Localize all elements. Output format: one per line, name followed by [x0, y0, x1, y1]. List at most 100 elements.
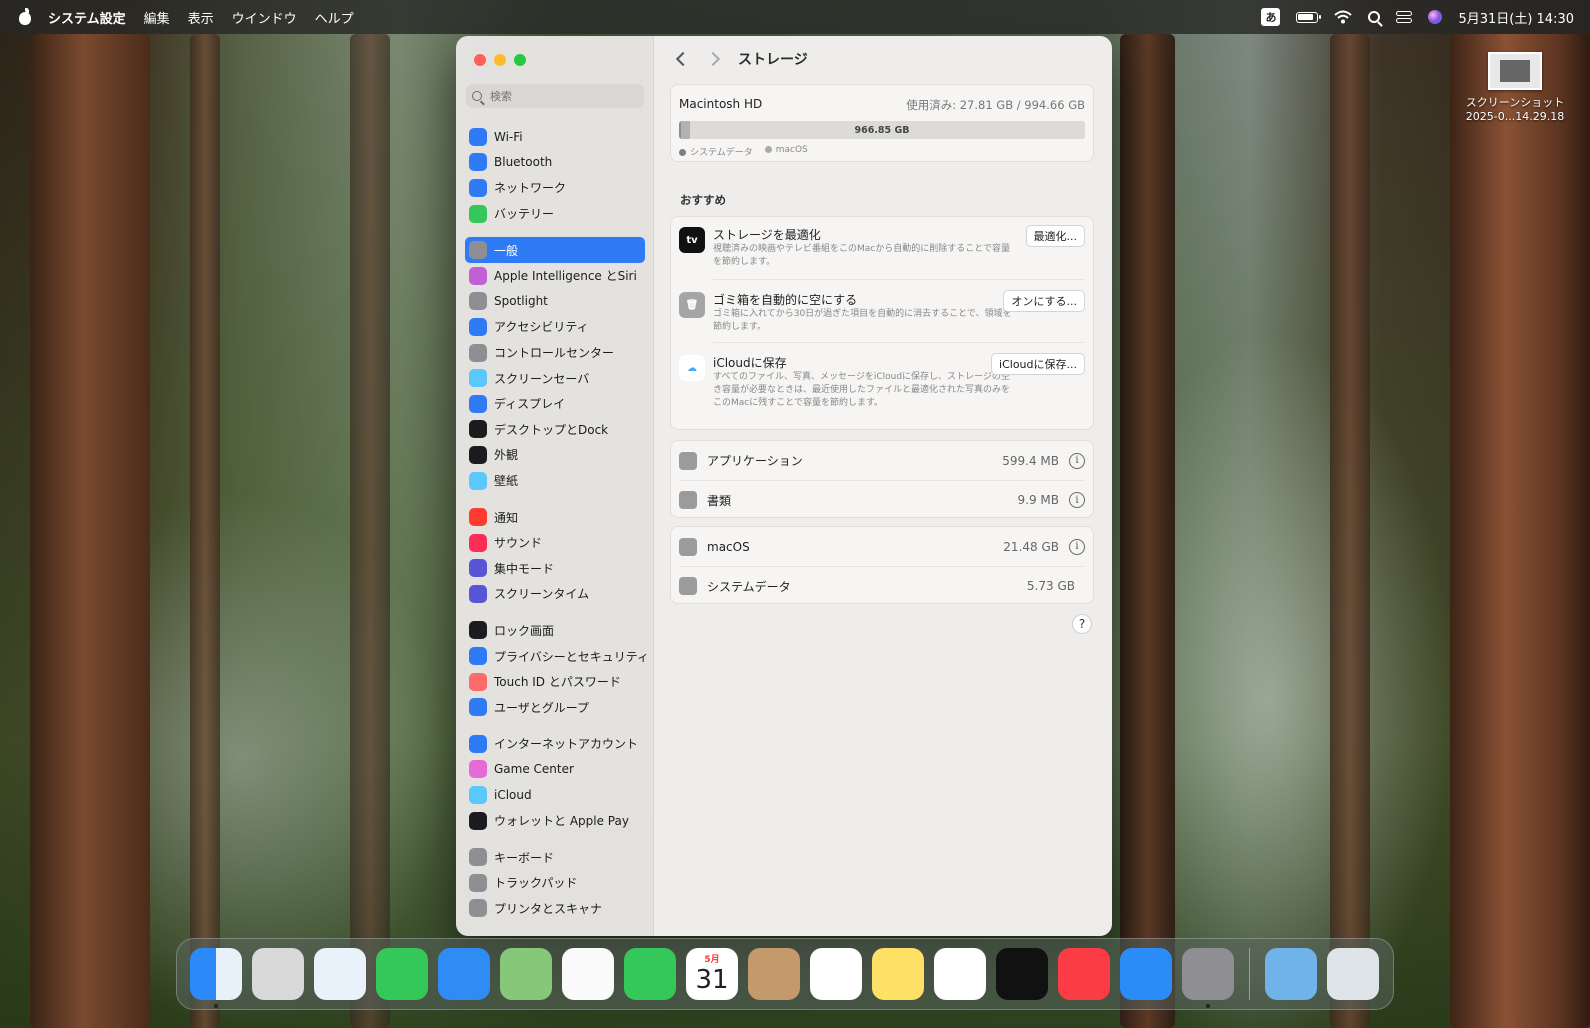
photos-icon[interactable]: [562, 948, 614, 1000]
sidebar-item[interactable]: サウンド: [465, 530, 645, 556]
reminders-icon[interactable]: [810, 948, 862, 1000]
sidebar-item[interactable]: インターネットアカウント: [465, 731, 645, 757]
maps-icon[interactable]: [500, 948, 552, 1000]
trash-icon: 🗑: [679, 292, 705, 318]
sidebar-item-label: ディスプレイ: [494, 397, 566, 412]
sidebar-item[interactable]: スクリーンタイム: [465, 581, 645, 607]
help-button[interactable]: ?: [1072, 614, 1092, 634]
sidebar-item[interactable]: ロック画面: [465, 618, 645, 644]
sidebar-item[interactable]: トラックパッド: [465, 870, 645, 896]
sidebar-item[interactable]: ディスプレイ: [465, 391, 645, 417]
recommendation-button[interactable]: iCloudに保存...: [991, 353, 1085, 375]
sidebar-item[interactable]: プライバシーとセキュリティ: [465, 643, 649, 669]
sidebar-item[interactable]: 一般: [465, 237, 645, 263]
screensaver-icon: [469, 369, 487, 388]
sidebar-item[interactable]: プリンタとスキャナ: [465, 896, 645, 922]
recommendation-button[interactable]: オンにする...: [1003, 290, 1085, 312]
menu-view[interactable]: 表示: [188, 8, 214, 27]
sidebar-item-label: 通知: [494, 510, 519, 525]
menu-edit[interactable]: 編集: [144, 8, 170, 27]
legend-macos: macOS: [765, 145, 808, 158]
dock-icon: [469, 420, 487, 439]
sidebar-item[interactable]: ユーザとグループ: [465, 694, 645, 720]
sidebar-item[interactable]: アクセシビリティ: [465, 314, 645, 340]
apple-menu-icon[interactable]: [16, 8, 34, 26]
sidebar-item[interactable]: スクリーンセーバ: [465, 365, 645, 391]
sidebar-item[interactable]: Bluetooth: [465, 150, 645, 176]
safari-icon[interactable]: [314, 948, 366, 1000]
window-controls: [474, 54, 526, 66]
mail-icon[interactable]: [438, 948, 490, 1000]
globe-icon: [469, 178, 487, 197]
info-icon[interactable]: i: [1069, 452, 1085, 469]
desktop-screenshot-file[interactable]: スクリーンショット 2025-0...14.29.18: [1460, 52, 1570, 124]
messages-icon[interactable]: [376, 948, 428, 1000]
sidebar-item-label: プライバシーとセキュリティ: [494, 649, 650, 664]
sidebar-item[interactable]: Wi-Fi: [465, 124, 645, 150]
zoom-button[interactable]: [514, 54, 526, 66]
sidebar-item[interactable]: Apple Intelligence とSiri: [465, 263, 645, 289]
sidebar-item[interactable]: 集中モード: [465, 556, 645, 582]
downloads-icon[interactable]: [1265, 948, 1317, 1000]
freeform-icon[interactable]: [934, 948, 986, 1000]
notes-icon[interactable]: [872, 948, 924, 1000]
sidebar-item[interactable]: ウォレットと Apple Pay: [465, 808, 645, 834]
close-button[interactable]: [474, 54, 486, 66]
sidebar-item[interactable]: 通知: [465, 504, 645, 530]
facetime-icon[interactable]: [624, 948, 676, 1000]
search-input[interactable]: [490, 89, 630, 103]
sidebar-item[interactable]: ネットワーク: [465, 175, 645, 201]
sidebar-item[interactable]: Game Center: [465, 757, 645, 783]
forward-chevron-icon[interactable]: [705, 51, 721, 67]
info-icon[interactable]: i: [1069, 492, 1085, 508]
battery-icon[interactable]: [1296, 11, 1322, 23]
recommendation-desc: 視聴済みの映画やテレビ番組をこのMacから自動的に削除することで容量を節約します…: [713, 244, 1010, 267]
sidebar-item[interactable]: 外観: [465, 442, 645, 468]
sidebar-item[interactable]: Touch ID とパスワード: [465, 669, 645, 695]
trash-icon[interactable]: [1327, 948, 1379, 1000]
sidebar-search[interactable]: [466, 84, 644, 108]
storage-category-row[interactable]: macOS 21.48 GB i: [679, 527, 1085, 566]
menubar-clock[interactable]: 5月31日(土) 14:30: [1458, 8, 1574, 27]
back-chevron-icon[interactable]: [675, 51, 691, 67]
calendar-icon[interactable]: 5月 31: [686, 948, 738, 1000]
sidebar-group: インターネットアカウント Game Center iCloud ウォレットと Appl…: [465, 731, 645, 833]
finder-icon[interactable]: [190, 948, 242, 1008]
menu-help[interactable]: ヘルプ: [315, 8, 354, 27]
sidebar-item[interactable]: コントロールセンター: [465, 340, 645, 366]
sidebar-item[interactable]: バッテリー: [465, 201, 645, 227]
siri-icon[interactable]: [1428, 10, 1443, 24]
recommendation-button[interactable]: 最適化...: [1025, 225, 1085, 247]
screentime-icon: [469, 584, 487, 603]
music-icon[interactable]: [1058, 948, 1110, 1000]
sidebar-item[interactable]: キーボード: [465, 844, 645, 870]
categories-card-2: macOS 21.48 GB i システムデータ 5.73 GB: [670, 526, 1094, 604]
input-method-icon[interactable]: あ: [1261, 8, 1281, 26]
recommendations-card: tv ストレージを最適化 視聴済みの映画やテレビ番組をこのMacから自動的に削除…: [670, 216, 1094, 430]
app-store-icon[interactable]: [1120, 948, 1172, 1000]
sidebar-item-label: スクリーンタイム: [494, 587, 590, 602]
info-icon[interactable]: i: [1069, 538, 1085, 555]
sidebar-item-label: iCloud: [494, 788, 532, 803]
spotlight-search-icon[interactable]: [1368, 11, 1381, 23]
system-settings-icon[interactable]: [1182, 948, 1234, 1008]
menu-app[interactable]: システム設定: [48, 8, 126, 27]
sidebar-item[interactable]: Spotlight: [465, 289, 645, 315]
storage-category-row[interactable]: 書類 9.9 MB i: [679, 480, 1085, 519]
tv-icon[interactable]: [996, 948, 1048, 1000]
contacts-icon[interactable]: [748, 948, 800, 1000]
sidebar-item[interactable]: デスクトップとDock: [465, 417, 645, 443]
wifi-status-icon[interactable]: [1334, 10, 1353, 24]
storage-category-row[interactable]: システムデータ 5.73 GB: [679, 566, 1085, 605]
sidebar-item[interactable]: iCloud: [465, 782, 645, 808]
minimize-button[interactable]: [494, 54, 506, 66]
sidebar-item[interactable]: 壁紙: [465, 468, 645, 494]
wallpaper-icon: [469, 471, 487, 490]
sidebar-item-label: Apple Intelligence とSiri: [494, 269, 637, 284]
spotlight-icon: [469, 292, 487, 311]
category-label: システムデータ: [707, 579, 791, 594]
launchpad-icon[interactable]: [252, 948, 304, 1000]
menu-window[interactable]: ウインドウ: [232, 8, 297, 27]
control-center-icon[interactable]: [1396, 11, 1413, 23]
storage-category-row[interactable]: アプリケーション 599.4 MB i: [679, 441, 1085, 480]
